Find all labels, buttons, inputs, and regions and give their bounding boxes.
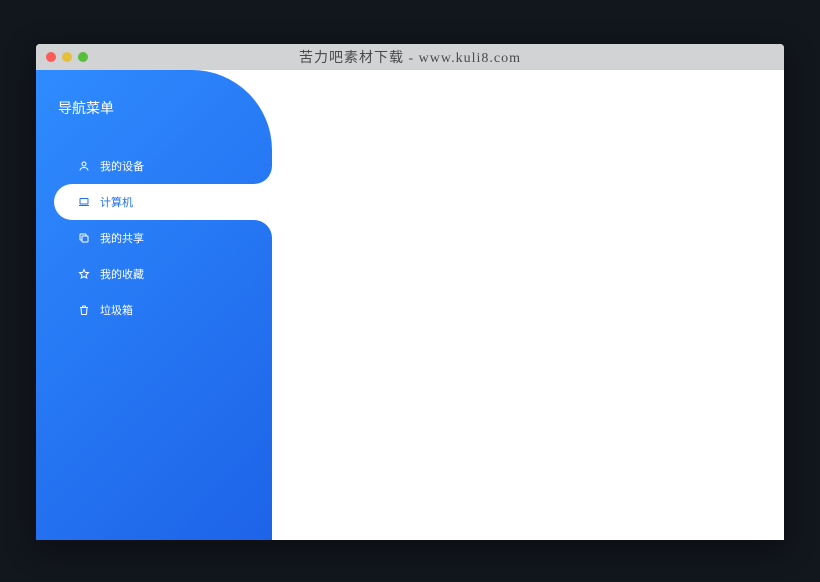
titlebar: 苦力吧素材下载 - www.kuli8.com bbox=[36, 44, 784, 70]
nav-item-label: 垃圾箱 bbox=[100, 302, 133, 318]
nav-item-favorites[interactable]: 我的收藏 bbox=[36, 256, 272, 292]
window-title: 苦力吧素材下载 - www.kuli8.com bbox=[36, 47, 784, 67]
close-icon[interactable] bbox=[46, 52, 56, 62]
traffic-lights bbox=[46, 52, 88, 62]
app-window: 苦力吧素材下载 - www.kuli8.com 导航菜单 我的设备 计算机 bbox=[36, 44, 784, 540]
trash-icon bbox=[78, 304, 90, 316]
nav-item-label: 我的共享 bbox=[100, 230, 144, 246]
nav-item-computer[interactable]: 计算机 bbox=[54, 184, 272, 220]
user-icon bbox=[78, 160, 90, 172]
laptop-icon bbox=[78, 196, 90, 208]
nav-item-label: 我的设备 bbox=[100, 158, 144, 174]
nav-item-share[interactable]: 我的共享 bbox=[36, 220, 272, 256]
sidebar-title: 导航菜单 bbox=[36, 98, 272, 148]
nav-item-label: 我的收藏 bbox=[100, 266, 144, 282]
nav-item-trash[interactable]: 垃圾箱 bbox=[36, 292, 272, 328]
maximize-icon[interactable] bbox=[78, 52, 88, 62]
minimize-icon[interactable] bbox=[62, 52, 72, 62]
window-body: 导航菜单 我的设备 计算机 bbox=[36, 70, 784, 540]
nav-item-label: 计算机 bbox=[100, 194, 133, 210]
content-area bbox=[272, 70, 784, 540]
copy-icon bbox=[78, 232, 90, 244]
sidebar: 导航菜单 我的设备 计算机 bbox=[36, 70, 272, 540]
nav-list: 我的设备 计算机 我的共享 bbox=[36, 148, 272, 328]
star-icon bbox=[78, 268, 90, 280]
